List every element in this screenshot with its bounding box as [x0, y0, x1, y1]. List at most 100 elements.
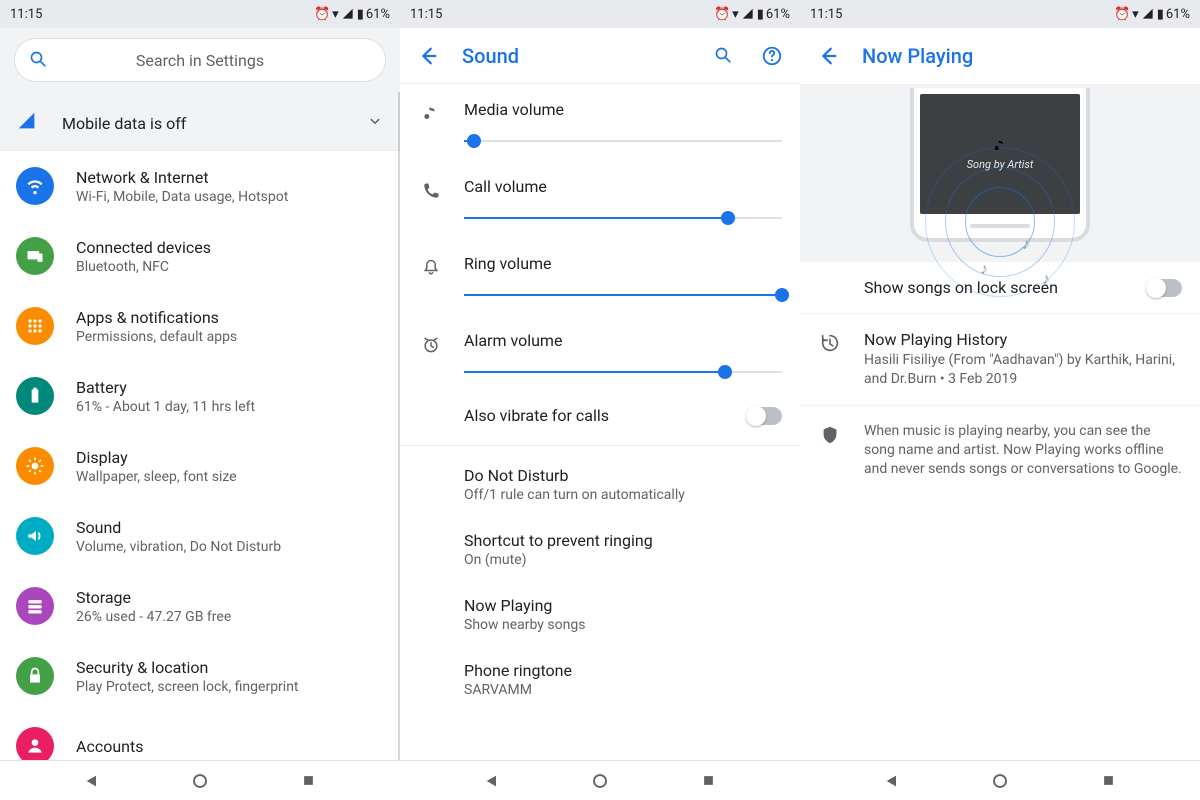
wifi-status-icon: ▾: [1132, 7, 1139, 22]
help-icon: [761, 45, 783, 67]
settings-item-storage[interactable]: Storage 26% used - 47.27 GB free: [0, 571, 400, 641]
item-title: Display: [76, 448, 384, 467]
settings-item-devices[interactable]: Connected devices Bluetooth, NFC: [0, 221, 400, 291]
item-title: Sound: [76, 518, 384, 537]
bell-icon: [418, 258, 444, 278]
volume-slider[interactable]: [464, 206, 782, 230]
music-icon: [418, 104, 444, 124]
signal-off-icon: [16, 110, 40, 136]
option-title: Shortcut to prevent ringing: [464, 531, 782, 550]
show-on-lockscreen-row[interactable]: Show songs on lock screen: [800, 262, 1200, 314]
item-title: Connected devices: [76, 238, 384, 257]
status-indicators: ⏰ ▾ ▮ 61%: [314, 7, 390, 22]
settings-item-apps[interactable]: Apps & notifications Permissions, defaul…: [0, 291, 400, 361]
now-playing-history-row[interactable]: Now Playing History Hasili Fisiliye (Fro…: [800, 314, 1200, 406]
now-playing-illustration: Song by Artist ♪ ♪ ♪: [800, 84, 1200, 262]
vibrate-for-calls-row[interactable]: Also vibrate for calls: [400, 392, 800, 439]
alarm-status-icon: ⏰: [314, 7, 330, 22]
music-note-icon: ♪: [1042, 269, 1050, 289]
volume-slider[interactable]: [464, 283, 782, 307]
status-bar: 11:15 ⏰ ▾ ▮ 61%: [400, 0, 800, 28]
alarm-status-icon: ⏰: [1114, 7, 1130, 22]
search-bar-container: Search in Settings: [0, 28, 400, 96]
item-subtitle: Wallpaper, sleep, font size: [76, 469, 384, 485]
mobile-data-banner[interactable]: Mobile data is off: [0, 96, 400, 151]
volume-row-phone: Call volume: [400, 161, 800, 238]
signal-status-icon: [341, 7, 355, 21]
nav-recents-button[interactable]: [299, 772, 317, 790]
page-title: Now Playing: [862, 44, 1192, 68]
alarm-icon: [418, 335, 444, 355]
option-subtitle: Show nearby songs: [464, 617, 782, 633]
status-bar: 11:15 ⏰ ▾ ▮ 61%: [0, 0, 400, 28]
signal-status-icon: [741, 7, 755, 21]
system-navigation: [0, 760, 1200, 800]
volume-slider[interactable]: [464, 129, 782, 153]
sound-option-row[interactable]: Shortcut to prevent ringing On (mute): [400, 517, 800, 582]
show-lockscreen-label: Show songs on lock screen: [864, 278, 1126, 297]
nav-recents-button[interactable]: [1099, 772, 1117, 790]
slider-label: Media volume: [464, 100, 782, 119]
settings-main-pane: 11:15 ⏰ ▾ ▮ 61% Search in Settings Mobil…: [0, 0, 400, 760]
wifi-status-icon: ▾: [732, 7, 739, 22]
settings-item-wifi[interactable]: Network & Internet Wi-Fi, Mobile, Data u…: [0, 151, 400, 221]
storage-icon: [16, 587, 54, 625]
settings-item-account[interactable]: Accounts: [0, 711, 400, 760]
settings-item-display[interactable]: Display Wallpaper, sleep, font size: [0, 431, 400, 501]
battery-percent: 61%: [766, 7, 790, 22]
phone-speaker: [970, 224, 1030, 228]
nav-segment: [0, 761, 400, 800]
account-icon: [16, 727, 54, 760]
settings-item-security[interactable]: Security & location Play Protect, screen…: [0, 641, 400, 711]
nav-home-button[interactable]: [991, 772, 1009, 790]
volume-row-bell: Ring volume: [400, 238, 800, 315]
nav-recents-button[interactable]: [699, 772, 717, 790]
nav-back-button[interactable]: [83, 772, 101, 790]
shield-icon: [818, 424, 842, 446]
app-bar: Sound: [400, 28, 800, 84]
music-note-icon: ♪: [1022, 234, 1030, 254]
phone-mock: Song by Artist: [910, 88, 1090, 242]
battery-status-icon: ▮: [1157, 7, 1164, 22]
sound-option-row[interactable]: Phone ringtone SARVAMM: [400, 647, 800, 712]
nav-back-button[interactable]: [883, 772, 901, 790]
info-text: When music is playing nearby, you can se…: [864, 422, 1182, 479]
back-button[interactable]: [408, 36, 448, 76]
battery-status-icon: ▮: [757, 7, 764, 22]
hero-caption: Song by Artist: [967, 158, 1034, 171]
nav-home-button[interactable]: [191, 772, 209, 790]
status-indicators: ⏰ ▾ ▮ 61%: [1114, 7, 1190, 22]
settings-item-battery[interactable]: Battery 61% - About 1 day, 11 hrs left: [0, 361, 400, 431]
search-input[interactable]: Search in Settings: [14, 38, 386, 82]
divider: [400, 445, 800, 446]
banner-text: Mobile data is off: [62, 114, 344, 133]
phone-icon: [418, 181, 444, 201]
nav-back-button[interactable]: [483, 772, 501, 790]
help-button[interactable]: [752, 36, 792, 76]
volume-slider[interactable]: [464, 360, 782, 384]
vibrate-label: Also vibrate for calls: [464, 406, 738, 425]
vibrate-switch[interactable]: [748, 407, 782, 425]
settings-item-sound[interactable]: Sound Volume, vibration, Do Not Disturb: [0, 501, 400, 571]
settings-list: Network & Internet Wi-Fi, Mobile, Data u…: [0, 151, 400, 760]
sound-option-row[interactable]: Now Playing Show nearby songs: [400, 582, 800, 647]
option-title: Do Not Disturb: [464, 466, 782, 485]
volume-sliders: Media volume Call volume Ring volume: [400, 84, 800, 392]
item-title: Accounts: [76, 737, 384, 756]
back-button[interactable]: [808, 36, 848, 76]
battery-percent: 61%: [1166, 7, 1190, 22]
sound-option-row[interactable]: Do Not Disturb Off/1 rule can turn on au…: [400, 452, 800, 517]
battery-icon: [16, 377, 54, 415]
slider-label: Ring volume: [464, 254, 782, 273]
status-time: 11:15: [410, 7, 442, 22]
search-button[interactable]: [704, 36, 744, 76]
item-title: Apps & notifications: [76, 308, 384, 327]
music-note-icon: [992, 138, 1008, 154]
battery-percent: 61%: [366, 7, 390, 22]
nav-home-button[interactable]: [591, 772, 609, 790]
item-title: Network & Internet: [76, 168, 384, 187]
now-playing-pane: 11:15 ⏰ ▾ ▮ 61% Now Playing Song by Arti…: [800, 0, 1200, 760]
item-subtitle: 61% - About 1 day, 11 hrs left: [76, 399, 384, 415]
signal-status-icon: [1141, 7, 1155, 21]
show-lockscreen-switch[interactable]: [1148, 279, 1182, 297]
